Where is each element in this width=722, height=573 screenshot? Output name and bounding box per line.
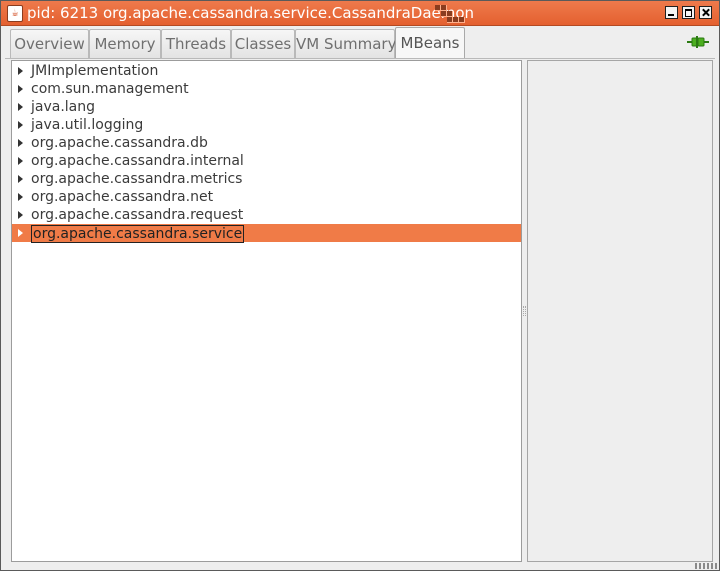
tree-node-label: java.util.logging xyxy=(31,117,144,133)
title-bar[interactable]: ☕ pid: 6213 org.apache.cassandra.service… xyxy=(1,1,719,26)
tree-node-label: org.apache.cassandra.db xyxy=(31,135,208,151)
maximize-button[interactable] xyxy=(682,6,695,19)
close-button[interactable] xyxy=(699,6,712,19)
title-grip-decoration xyxy=(435,5,475,23)
tab-vm-summary[interactable]: VM Summary xyxy=(295,29,396,58)
tree-node[interactable]: org.apache.cassandra.request xyxy=(12,206,521,224)
expand-arrow-icon[interactable] xyxy=(18,67,23,75)
tree-node[interactable]: java.lang xyxy=(12,98,521,116)
resize-grip-icon[interactable] xyxy=(695,563,717,569)
mbean-tree[interactable]: JMImplementation com.sun.management java… xyxy=(11,60,522,562)
expand-arrow-icon[interactable] xyxy=(18,139,23,147)
window-title: pid: 6213 org.apache.cassandra.service.C… xyxy=(27,4,475,22)
tree-node-label: org.apache.cassandra.metrics xyxy=(31,171,243,187)
tree-node-label: JMImplementation xyxy=(31,63,159,79)
tree-node[interactable]: org.apache.cassandra.metrics xyxy=(12,170,521,188)
mbean-details-pane xyxy=(527,60,713,562)
tree-node[interactable]: org.apache.cassandra.internal xyxy=(12,152,521,170)
expand-arrow-icon[interactable] xyxy=(18,85,23,93)
tab-classes[interactable]: Classes xyxy=(231,29,295,58)
splitter-grip-icon xyxy=(523,306,526,316)
tab-bar: Overview Memory Threads Classes VM Summa… xyxy=(5,27,715,59)
expand-arrow-icon[interactable] xyxy=(18,121,23,129)
java-app-icon[interactable]: ☕ xyxy=(7,5,23,22)
expand-arrow-icon[interactable] xyxy=(18,229,23,237)
tree-node-label: org.apache.cassandra.net xyxy=(31,189,214,205)
tree-node-label: org.apache.cassandra.internal xyxy=(31,153,244,169)
tree-node[interactable]: com.sun.management xyxy=(12,80,521,98)
tab-divider xyxy=(5,58,715,59)
jconsole-window: ☕ pid: 6213 org.apache.cassandra.service… xyxy=(0,0,720,571)
tab-overview[interactable]: Overview xyxy=(10,29,89,58)
tree-node[interactable]: java.util.logging xyxy=(12,116,521,134)
expand-arrow-icon[interactable] xyxy=(18,103,23,111)
expand-arrow-icon[interactable] xyxy=(18,157,23,165)
tree-node-selected[interactable]: org.apache.cassandra.service xyxy=(12,224,521,243)
minimize-button[interactable] xyxy=(665,6,678,19)
tab-threads[interactable]: Threads xyxy=(161,29,231,58)
expand-arrow-icon[interactable] xyxy=(18,175,23,183)
tree-node-label: java.lang xyxy=(31,99,96,115)
tree-node[interactable]: org.apache.cassandra.net xyxy=(12,188,521,206)
expand-arrow-icon[interactable] xyxy=(18,211,23,219)
expand-arrow-icon[interactable] xyxy=(18,193,23,201)
plug-connected-icon[interactable] xyxy=(687,36,709,48)
tab-memory[interactable]: Memory xyxy=(89,29,161,58)
tab-mbeans[interactable]: MBeans xyxy=(395,27,465,59)
tree-node-label: com.sun.management xyxy=(31,81,189,97)
tree-node[interactable]: JMImplementation xyxy=(12,62,521,80)
tree-node-label: org.apache.cassandra.service xyxy=(31,225,245,243)
tree-node[interactable]: org.apache.cassandra.db xyxy=(12,134,521,152)
tree-node-label: org.apache.cassandra.request xyxy=(31,207,244,223)
